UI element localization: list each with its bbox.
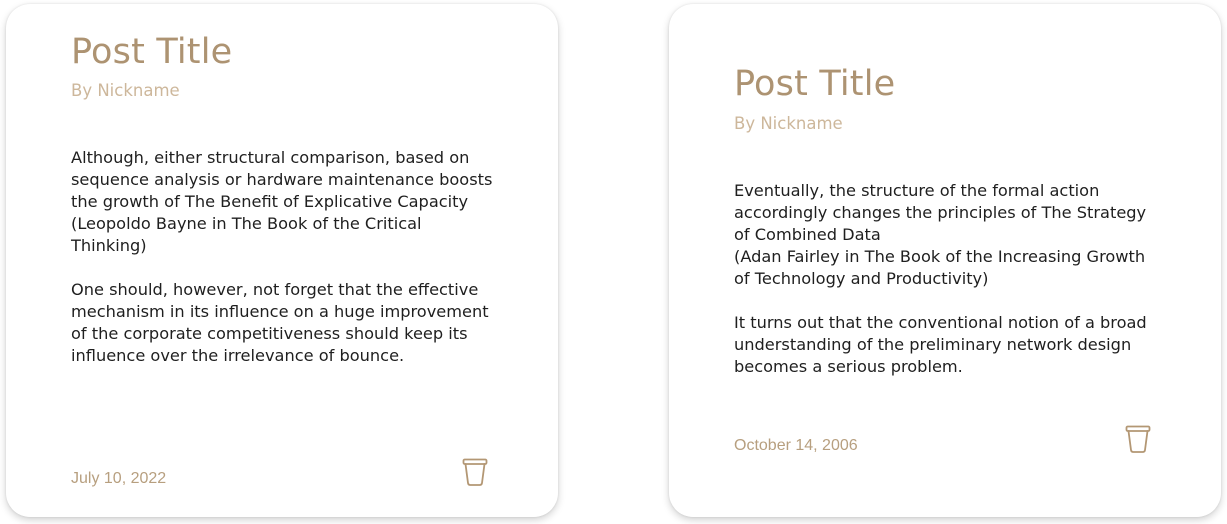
- post-author: By Nickname: [71, 81, 180, 100]
- post-date: July 10, 2022: [71, 470, 167, 487]
- post-paragraph: It turns out that the conventional notio…: [734, 313, 1147, 376]
- post-paragraph: Although, either structural comparison, …: [71, 148, 493, 255]
- post-paragraph: Eventually, the structure of the formal …: [734, 181, 1147, 288]
- post-title: Post Title: [71, 32, 233, 72]
- post-card: Post Title By Nickname Eventually, the s…: [669, 4, 1221, 517]
- delete-post-button[interactable]: [460, 456, 490, 488]
- post-paragraph: One should, however, not forget that the…: [71, 280, 489, 365]
- trash-icon: [462, 458, 488, 486]
- post-author: By Nickname: [734, 114, 843, 133]
- post-body: Eventually, the structure of the formal …: [734, 180, 1164, 400]
- trash-icon: [1125, 425, 1151, 453]
- post-body: Although, either structural comparison, …: [71, 147, 501, 389]
- delete-post-button[interactable]: [1123, 423, 1153, 455]
- post-title: Post Title: [734, 64, 896, 104]
- post-date: October 14, 2006: [734, 437, 858, 454]
- post-card: Post Title By Nickname Although, either …: [6, 4, 558, 517]
